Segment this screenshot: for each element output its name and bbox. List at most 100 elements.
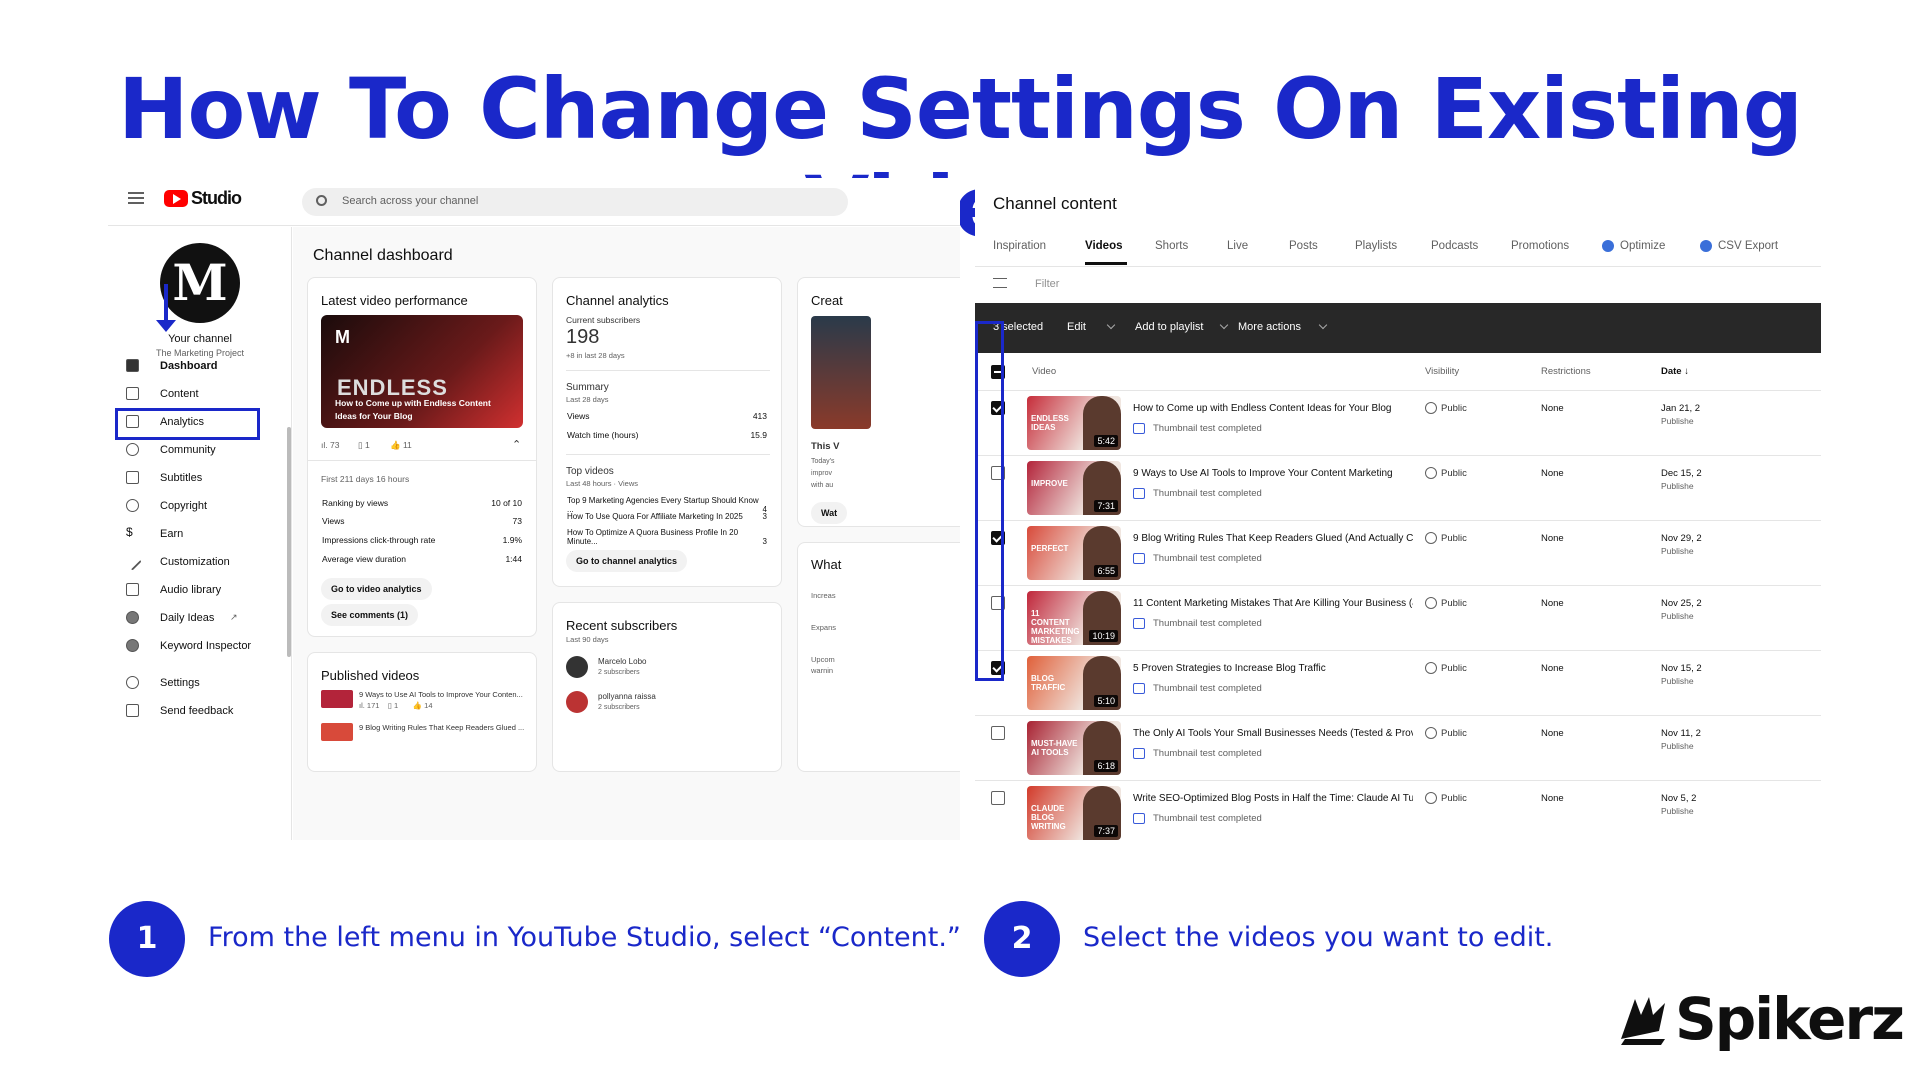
visibility-public[interactable]: Public [1425,467,1467,479]
visibility-public[interactable]: Public [1425,402,1467,414]
tab-podcasts[interactable]: Podcasts [1431,240,1478,252]
video-thumbnail[interactable]: IMPROVE 7:31 [1027,461,1121,515]
video-thumbnail[interactable]: BLOG TRAFFIC 5:10 [1027,656,1121,710]
sidebar-item-settings[interactable]: Settings [108,668,292,698]
sidebar-scrollbar[interactable] [287,427,291,657]
studio-logo-text[interactable]: Studio [191,188,242,209]
thumbnail-test-icon [1133,553,1145,564]
stat-row: Average view duration 1:44 [322,554,522,564]
add-to-playlist-dropdown[interactable]: Add to playlist [1135,321,1203,333]
visibility-public[interactable]: Public [1425,792,1467,804]
create-thumbnail[interactable] [811,316,871,429]
published-video-title[interactable]: 9 Ways to Use AI Tools to Improve Your C… [359,690,523,699]
thumbnail-test-status: Thumbnail test completed [1153,813,1262,824]
optimize-icon [1602,240,1614,252]
video-thumbnail[interactable] [321,690,353,708]
table-row[interactable]: IMPROVE 7:31 9 Ways to Use AI Tools to I… [975,455,1821,520]
table-row[interactable]: PERFECT 6:55 9 Blog Writing Rules That K… [975,520,1821,585]
sidebar-item-content[interactable]: Content [108,379,292,409]
subscriber-name[interactable]: pollyanna raissa [598,692,656,701]
stat-label: Views [322,516,345,526]
tab-promotions[interactable]: Promotions [1511,240,1569,252]
video-title[interactable]: 9 Ways to Use AI Tools to Improve Your C… [1133,468,1413,479]
sidebar-item-earn[interactable]: $ Earn [108,519,292,549]
stat-value: 10 of 10 [491,498,522,508]
video-title[interactable]: How to Come up with Endless Content Idea… [1133,403,1413,414]
go-to-channel-analytics-button[interactable]: Go to channel analytics [566,550,688,572]
avatar[interactable] [566,691,588,713]
video-thumbnail[interactable]: MUST-HAVE AI TOOLS 6:18 [1027,721,1121,775]
top-video-row[interactable]: How To Use Quora For Affiliate Marketing… [567,512,767,521]
video-thumbnail[interactable]: PERFECT 6:55 [1027,526,1121,580]
edit-dropdown[interactable]: Edit [1067,321,1086,333]
see-comments-button[interactable]: See comments (1) [321,604,419,626]
bulk-actions-bar: 3 selected Edit Add to playlist More act… [975,303,1821,353]
table-row[interactable]: 11 CONTENT MARKETING MISTAKES 10:19 11 C… [975,585,1821,650]
filter-icon[interactable] [993,278,1007,288]
chevron-down-icon[interactable] [1318,320,1328,330]
video-thumbnail[interactable]: 11 CONTENT MARKETING MISTAKES 10:19 [1027,591,1121,645]
more-actions-dropdown[interactable]: More actions [1238,321,1301,333]
search-input[interactable]: Search across your channel [302,188,848,216]
video-thumbnail[interactable]: CLAUDE BLOG WRITING 7:37 [1027,786,1121,840]
top-video-views: 3 [762,537,767,546]
tab-csv-export[interactable]: CSV Export [1700,240,1778,252]
sidebar-item-subtitles[interactable]: Subtitles [108,463,292,493]
table-row[interactable]: MUST-HAVE AI TOOLS 6:18 The Only AI Tool… [975,715,1821,780]
tab-shorts[interactable]: Shorts [1155,240,1188,252]
tab-optimize[interactable]: Optimize [1602,240,1665,252]
video-title[interactable]: The Only AI Tools Your Small Businesses … [1133,728,1413,739]
avatar[interactable] [566,656,588,678]
sidebar-item-audio-library[interactable]: Audio library [108,575,292,605]
sidebar-label: Earn [160,528,184,540]
sidebar-item-customization[interactable]: Customization [108,547,292,577]
video-title[interactable]: 5 Proven Strategies to Increase Blog Tra… [1133,663,1413,674]
stat-row: Impressions click-through rate 1.9% [322,535,522,545]
video-title[interactable]: 11 Content Marketing Mistakes That Are K… [1133,598,1413,609]
tab-live[interactable]: Live [1227,240,1248,252]
tab-videos[interactable]: Videos [1085,240,1123,252]
visibility-public[interactable]: Public [1425,727,1467,739]
table-row[interactable]: CLAUDE BLOG WRITING 7:37 Write SEO-Optim… [975,780,1821,840]
chevron-down-icon[interactable] [1219,320,1229,330]
sidebar-item-daily-ideas[interactable]: Daily Ideas ↗ [108,603,292,633]
video-title[interactable]: Write SEO-Optimized Blog Posts in Half t… [1133,793,1413,804]
video-duration: 7:37 [1094,825,1118,837]
tab-inspiration[interactable]: Inspiration [993,240,1046,252]
comments-stat-value: 1 [365,440,370,450]
sidebar-item-copyright[interactable]: Copyright [108,491,292,521]
menu-icon[interactable] [128,192,144,204]
card-title: Published videos [321,668,420,683]
visibility-public[interactable]: Public [1425,532,1467,544]
sidebar-item-dashboard[interactable]: Dashboard [108,351,292,381]
video-title[interactable]: 9 Blog Writing Rules That Keep Readers G… [1133,533,1413,544]
row-checkbox[interactable] [991,726,1005,740]
table-row[interactable]: BLOG TRAFFIC 5:10 5 Proven Strategies to… [975,650,1821,715]
youtube-logo-icon[interactable] [164,190,188,207]
watch-button[interactable]: Wat [811,502,848,524]
go-to-video-analytics-button[interactable]: Go to video analytics [321,578,432,600]
filter-input[interactable]: Filter [1035,278,1059,290]
avatar[interactable]: M [160,243,240,323]
latest-video-thumbnail[interactable]: ENDLESS How to Come up with Endless Cont… [321,315,523,428]
tab-posts[interactable]: Posts [1289,240,1318,252]
chevron-down-icon[interactable] [1106,320,1116,330]
tab-playlists[interactable]: Playlists [1355,240,1397,252]
step-1-badge: 1 [109,901,185,977]
sidebar-item-send-feedback[interactable]: Send feedback [108,696,292,726]
subscriber-name[interactable]: Marcelo Lobo [598,657,646,666]
visibility-public[interactable]: Public [1425,662,1467,674]
restrictions-value: None [1541,663,1564,674]
video-thumbnail[interactable]: ENDLESS IDEAS 5:42 [1027,396,1121,450]
published-video-title[interactable]: 9 Blog Writing Rules That Keep Readers G… [359,723,524,732]
sidebar-label: Subtitles [160,472,203,484]
video-thumbnail[interactable] [321,723,353,741]
sidebar-item-keyword-inspector[interactable]: Keyword Inspector [108,631,292,661]
table-row[interactable]: ENDLESS IDEAS 5:42 How to Come up with E… [975,390,1821,455]
col-header-date[interactable]: Date ↓ [1661,366,1689,377]
row-checkbox[interactable] [991,791,1005,805]
published-videos-card: Published videos 9 Ways to Use AI Tools … [307,652,537,772]
collapse-chevron-icon[interactable]: ⌃ [512,438,521,451]
visibility-public[interactable]: Public [1425,597,1467,609]
top-video-row[interactable]: How To Optimize A Quora Business Profile… [567,528,767,546]
